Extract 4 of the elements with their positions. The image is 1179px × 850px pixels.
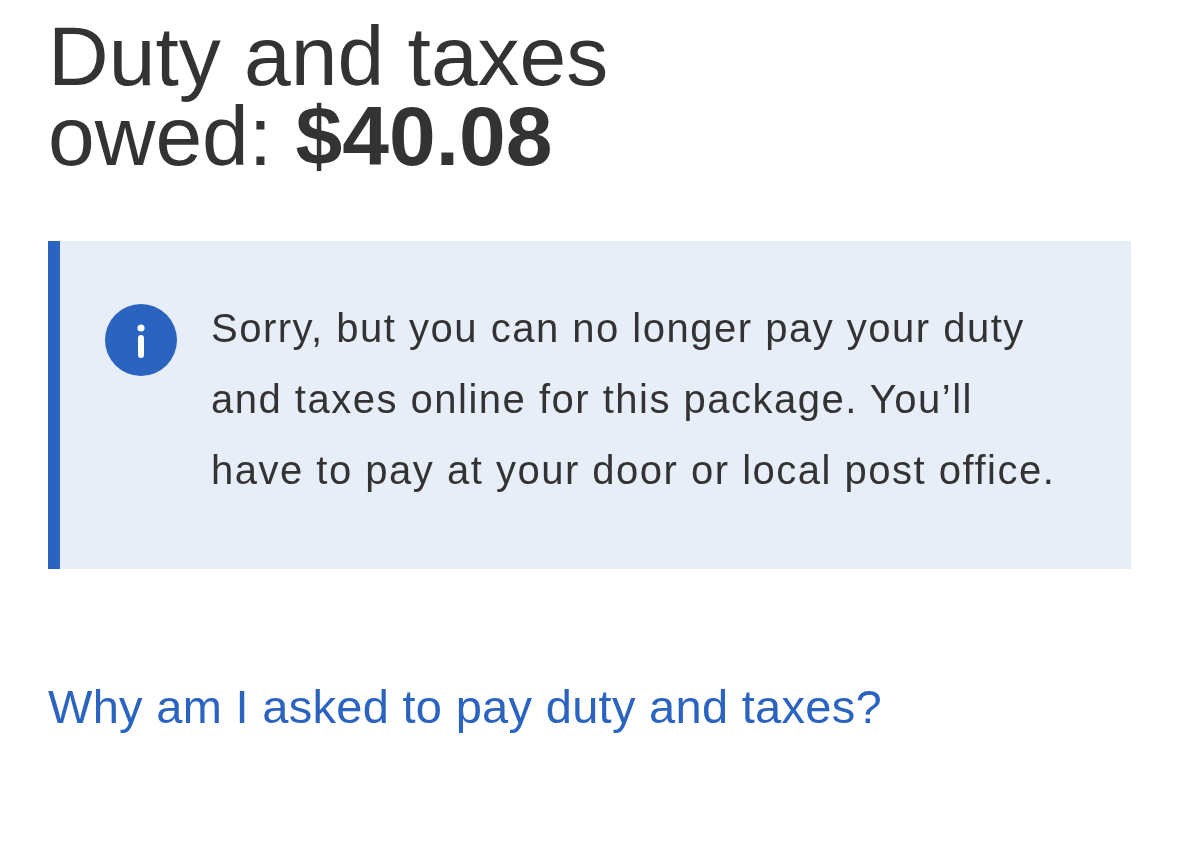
- help-link[interactable]: Why am I asked to pay duty and taxes?: [48, 679, 883, 735]
- info-icon: [105, 304, 177, 376]
- notice-message: Sorry, but you can no longer pay your duty and taxes online for this package. You’ll have to pay at your door or local post office.: [211, 305, 1057, 494]
- page-heading: Duty and taxes owed: $40.08: [48, 16, 610, 176]
